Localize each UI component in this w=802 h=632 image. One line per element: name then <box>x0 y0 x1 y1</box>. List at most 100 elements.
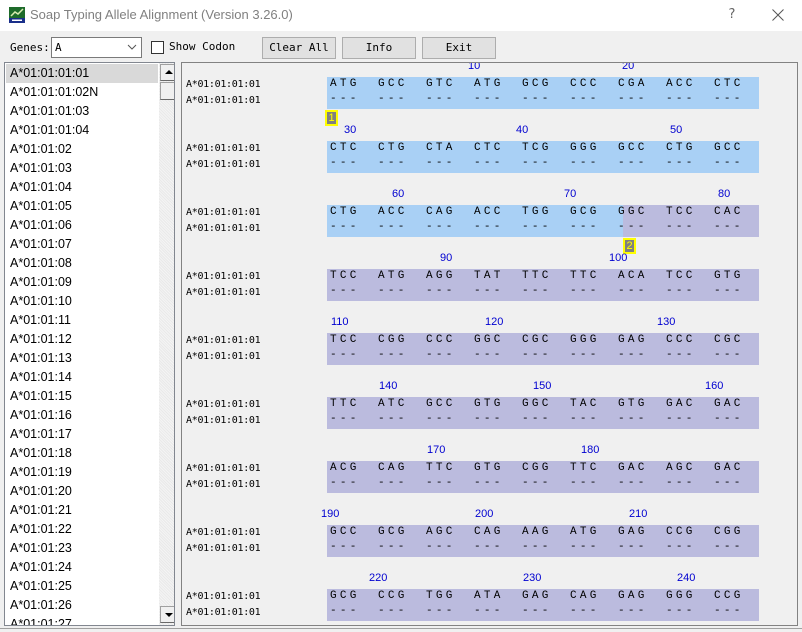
query-codon: --- <box>618 477 648 489</box>
reference-codon: ATG <box>378 270 408 282</box>
bottom-divider <box>0 628 802 629</box>
reference-codon: ATA <box>474 590 504 602</box>
allele-list-item[interactable]: A*01:01:15 <box>6 387 158 406</box>
reference-codon: CGA <box>618 78 648 90</box>
allele-list-item[interactable]: A*01:01:06 <box>6 216 158 235</box>
query-codon: --- <box>618 157 648 169</box>
query-codon: --- <box>714 477 744 489</box>
allele-list-item[interactable]: A*01:01:10 <box>6 292 158 311</box>
allele-list-item[interactable]: A*01:01:27 <box>6 615 158 625</box>
query-codon: --- <box>666 221 696 233</box>
allele-list-item[interactable]: A*01:01:01:04 <box>6 121 158 140</box>
reference-allele-label: A*01:01:01:01 <box>186 591 261 602</box>
allele-list-item[interactable]: A*01:01:01:02N <box>6 83 158 102</box>
query-codon: --- <box>378 541 408 553</box>
reference-codon: GAC <box>618 462 648 474</box>
allele-list-item[interactable]: A*01:01:12 <box>6 330 158 349</box>
scroll-down-button[interactable] <box>160 606 174 623</box>
query-codon: --- <box>570 221 600 233</box>
query-codon: --- <box>426 349 456 361</box>
position-number: 50 <box>670 124 683 136</box>
allele-list-item[interactable]: A*01:01:17 <box>6 425 158 444</box>
position-number: 110 <box>331 316 349 328</box>
scroll-up-button[interactable] <box>160 64 174 81</box>
reference-allele-label: A*01:01:01:01 <box>186 463 261 474</box>
query-codon: --- <box>618 541 648 553</box>
help-button[interactable]: ? <box>718 4 746 26</box>
allele-list-item[interactable]: A*01:01:02 <box>6 140 158 159</box>
reference-codon: GGC <box>618 206 648 218</box>
query-codon: --- <box>618 349 648 361</box>
reference-codon: TAT <box>474 270 504 282</box>
query-codon: --- <box>570 285 600 297</box>
reference-codon: GGC <box>474 334 504 346</box>
query-codon: --- <box>378 221 408 233</box>
allele-list-item[interactable]: A*01:01:20 <box>6 482 158 501</box>
allele-list-item[interactable]: A*01:01:26 <box>6 596 158 615</box>
allele-list-item[interactable]: A*01:01:23 <box>6 539 158 558</box>
reference-codon: CAC <box>714 206 744 218</box>
reference-allele-label: A*01:01:01:01 <box>186 335 261 346</box>
list-scrollbar[interactable] <box>159 63 174 625</box>
reference-codon: GCG <box>378 526 408 538</box>
reference-codon: GCC <box>714 142 744 154</box>
close-button[interactable] <box>764 4 792 26</box>
reference-codon: TGG <box>426 590 456 602</box>
allele-list-item[interactable]: A*01:01:19 <box>6 463 158 482</box>
show-codon-label[interactable]: Show Codon <box>169 40 235 53</box>
allele-list-item[interactable]: A*01:01:07 <box>6 235 158 254</box>
allele-list-item[interactable]: A*01:01:13 <box>6 349 158 368</box>
genes-dropdown[interactable]: A <box>51 37 142 58</box>
allele-list-item[interactable]: A*01:01:08 <box>6 254 158 273</box>
app-logo-icon <box>9 7 25 23</box>
position-number: 180 <box>581 444 600 456</box>
query-codon: --- <box>378 93 408 105</box>
query-codon: --- <box>666 349 696 361</box>
exon-marker[interactable]: 1 <box>325 110 338 126</box>
clear-all-button[interactable]: Clear All <box>262 37 336 59</box>
reference-codon: GCC <box>426 398 456 410</box>
position-number: 210 <box>629 508 648 520</box>
allele-list-item[interactable]: A*01:01:04 <box>6 178 158 197</box>
reference-codon: GAG <box>618 590 648 602</box>
allele-list-item[interactable]: A*01:01:21 <box>6 501 158 520</box>
query-codon: --- <box>522 477 552 489</box>
query-codon: --- <box>378 349 408 361</box>
reference-allele-label: A*01:01:01:01 <box>186 79 261 90</box>
allele-list-item[interactable]: A*01:01:18 <box>6 444 158 463</box>
query-codon: --- <box>474 93 504 105</box>
reference-codon: GCG <box>570 206 600 218</box>
position-number: 220 <box>369 572 388 584</box>
alignment-block: A*01:01:01:01 A*01:01:01:01 TTC ATC GCC GTG GG… <box>182 380 797 447</box>
allele-list-item[interactable]: A*01:01:16 <box>6 406 158 425</box>
allele-list-item[interactable]: A*01:01:01:03 <box>6 102 158 121</box>
query-codon: --- <box>426 221 456 233</box>
query-codon: --- <box>330 605 360 617</box>
show-codon-checkbox[interactable] <box>151 41 164 54</box>
allele-list[interactable]: A*01:01:01:01 A*01:01:01:02N A*01:01:01:03… <box>4 62 175 626</box>
allele-list-item[interactable]: A*01:01:03 <box>6 159 158 178</box>
allele-list-item[interactable]: A*01:01:09 <box>6 273 158 292</box>
allele-list-item[interactable]: A*01:01:05 <box>6 197 158 216</box>
query-codon: --- <box>330 285 360 297</box>
query-codon: --- <box>426 605 456 617</box>
alignment-block: A*01:01:01:01 A*01:01:01:01 ACG CAG TTC GTG CG… <box>182 444 797 511</box>
allele-list-item[interactable]: A*01:01:22 <box>6 520 158 539</box>
scroll-thumb[interactable] <box>160 82 174 100</box>
allele-list-item[interactable]: A*01:01:11 <box>6 311 158 330</box>
info-button[interactable]: Info <box>342 37 416 59</box>
chevron-down-icon <box>127 44 137 50</box>
query-codon: --- <box>378 477 408 489</box>
query-codon: --- <box>426 477 456 489</box>
allele-list-item[interactable]: A*01:01:14 <box>6 368 158 387</box>
position-number: 230 <box>523 572 542 584</box>
reference-codon: TCC <box>666 270 696 282</box>
allele-list-item[interactable]: A*01:01:24 <box>6 558 158 577</box>
alignment-block: A*01:01:01:01 A*01:01:01:01 GCC GCG AGC CAG AA… <box>182 508 797 575</box>
allele-list-item[interactable]: A*01:01:01:01 <box>6 64 158 83</box>
allele-list-item[interactable]: A*01:01:25 <box>6 577 158 596</box>
exit-button[interactable]: Exit <box>422 37 496 59</box>
query-codon: --- <box>522 221 552 233</box>
reference-codon: GTG <box>474 462 504 474</box>
alignment-block: A*01:01:01:01 A*01:01:01:01 ATG GCC GTC ATG GC… <box>182 63 797 127</box>
